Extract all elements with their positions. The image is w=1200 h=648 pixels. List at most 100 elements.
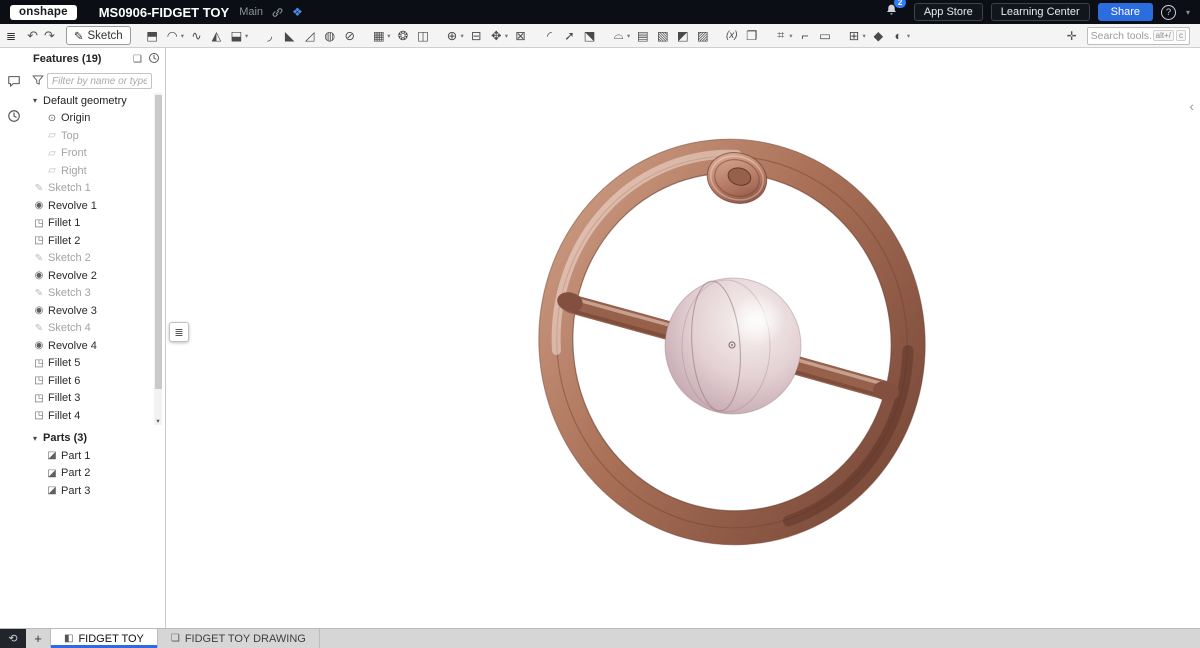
sheet-metal-icon[interactable]: ⌗ ▾	[771, 26, 794, 46]
help-menu-caret-icon[interactable]: ▾	[1186, 8, 1190, 17]
circular-pattern-icon[interactable]: ❂	[393, 26, 412, 46]
help-menu-icon[interactable]: ?	[1161, 5, 1176, 20]
import-icon[interactable]: ❐	[742, 26, 761, 46]
search-tools-input[interactable]	[1091, 30, 1151, 42]
feature-tree-item[interactable]: ✎ Sketch 1	[28, 180, 165, 198]
feature-tree-item[interactable]: ◳ Fillet 2	[28, 232, 165, 250]
app-store-button[interactable]: App Store	[914, 3, 983, 21]
hole-icon[interactable]: ⊘	[340, 26, 359, 46]
feature-tree-item[interactable]: ✎ Sketch 2	[28, 250, 165, 268]
feature-tree-item[interactable]: ⊙ Origin	[28, 110, 165, 128]
loft-icon[interactable]: ◭	[207, 26, 226, 46]
part-list-item[interactable]: ◪ Part 3	[28, 482, 165, 500]
collaboration-icon[interactable]: ❖	[292, 5, 303, 19]
view-manipulation-icon[interactable]: ✛	[1067, 29, 1077, 43]
appearance-icon[interactable]: ◐ ▾	[889, 26, 912, 46]
parts-section-header[interactable]: ▾ Parts (3)	[28, 430, 165, 448]
undo-button[interactable]: ↶	[24, 28, 41, 44]
feature-tree-item[interactable]: ▱ Right	[28, 162, 165, 180]
part-list-item[interactable]: ◪ Part 2	[28, 465, 165, 483]
linear-pattern-icon[interactable]: ▦ ▾	[369, 26, 392, 46]
feature-filter-input[interactable]	[47, 73, 152, 89]
split-icon[interactable]: ⊟	[467, 26, 486, 46]
feature-tree-item[interactable]: ◉ Revolve 3	[28, 302, 165, 320]
feature-tree-item[interactable]: ▱ Front	[28, 145, 165, 163]
add-tab-button[interactable]: +	[26, 629, 51, 648]
feature-tree-item[interactable]: ◳ Fillet 3	[28, 390, 165, 408]
feature-tree-item[interactable]: ◉ Revolve 2	[28, 267, 165, 285]
flange-icon[interactable]: ⌐	[796, 26, 815, 46]
rollback-history-icon[interactable]	[148, 52, 160, 67]
sweep-icon[interactable]: ∿	[187, 26, 206, 46]
fillet-icon[interactable]: ◞	[260, 26, 279, 46]
variable-icon[interactable]: (x)	[722, 26, 741, 46]
feature-tree-item[interactable]: ◳ Fillet 1	[28, 215, 165, 233]
frame-icon[interactable]: ⊞ ▾	[845, 26, 868, 46]
thicken-icon[interactable]: ⬓ ▾	[227, 26, 250, 46]
modify-fillet-icon[interactable]: ◜	[540, 26, 559, 46]
replace-face-icon[interactable]: ⬔	[580, 26, 599, 46]
enclose-icon[interactable]: ▨	[693, 26, 712, 46]
mirror-icon[interactable]: ◫	[413, 26, 432, 46]
feature-tree-item[interactable]: ◳ Fillet 6	[28, 372, 165, 390]
expander-caret-icon[interactable]: ▾	[33, 96, 43, 105]
ruled-surface-icon[interactable]: ◩	[673, 26, 692, 46]
draft-icon[interactable]: ◿	[300, 26, 319, 46]
chamfer-icon[interactable]: ◣	[280, 26, 299, 46]
feature-list-toggle-icon[interactable]: ≣	[6, 29, 16, 43]
link-icon[interactable]	[271, 6, 284, 19]
onshape-logo[interactable]: onshape	[10, 5, 77, 20]
history-icon[interactable]	[7, 109, 21, 128]
feature-tree-item[interactable]: ▾ Default geometry	[28, 92, 165, 110]
shell-icon[interactable]: ◍	[320, 26, 339, 46]
graphics-viewport[interactable]: ≣ ‹	[166, 48, 1200, 628]
notifications-button[interactable]: 2	[885, 3, 898, 21]
tab-fidget-toy[interactable]: ◧ FIDGET TOY	[51, 629, 158, 648]
feature-tree-item[interactable]: ◉ Revolve 1	[28, 197, 165, 215]
branch-label[interactable]: Main	[239, 6, 263, 18]
revolve-icon[interactable]: ◠ ▾	[163, 26, 186, 46]
feature-tree-item[interactable]: ◉ Revolve 4	[28, 337, 165, 355]
tab-feature-icon[interactable]: ▭	[816, 26, 835, 46]
boundary-surface-icon[interactable]: ▤	[633, 26, 652, 46]
boolean-icon[interactable]: ⊕ ▾	[442, 26, 465, 46]
redo-button[interactable]: ↷	[41, 28, 58, 44]
feature-tree-item[interactable]: ◳ Fillet 4	[28, 407, 165, 425]
scrollbar-down-arrow-icon[interactable]: ▾	[154, 417, 162, 425]
share-button[interactable]: Share	[1098, 3, 1153, 21]
tab-fidget-toy-drawing[interactable]: ❏ FIDGET TOY DRAWING	[158, 629, 320, 648]
dropdown-caret-icon[interactable]: ▾	[789, 32, 792, 40]
dropdown-caret-icon[interactable]: ▾	[181, 32, 184, 40]
center-sphere[interactable]	[665, 278, 801, 414]
comment-icon[interactable]	[7, 74, 21, 93]
transform-icon[interactable]: ✥ ▾	[487, 26, 510, 46]
learning-center-button[interactable]: Learning Center	[991, 3, 1090, 21]
dropdown-caret-icon[interactable]: ▾	[907, 32, 910, 40]
feature-tree-item[interactable]: ▱ Top	[28, 127, 165, 145]
dropdown-caret-icon[interactable]: ▾	[387, 32, 390, 40]
dropdown-caret-icon[interactable]: ▾	[460, 32, 463, 40]
dropdown-caret-icon[interactable]: ▾	[245, 32, 248, 40]
fill-surface-icon[interactable]: ▧	[653, 26, 672, 46]
popout-icon[interactable]: ❏	[133, 54, 142, 65]
feature-tree-item[interactable]: ◳ Fillet 5	[28, 355, 165, 373]
feature-dialog-handle[interactable]: ≣	[169, 322, 189, 342]
right-panel-collapse-icon[interactable]: ‹	[1189, 100, 1194, 112]
material-icon[interactable]: ◆	[869, 26, 888, 46]
delete-part-icon[interactable]: ⊠	[511, 26, 530, 46]
feature-tree-scrollbar[interactable]: ▾	[154, 93, 162, 425]
parts-expander-caret-icon[interactable]: ▾	[33, 434, 43, 443]
dropdown-caret-icon[interactable]: ▾	[627, 32, 630, 40]
move-face-icon[interactable]: ➚	[560, 26, 579, 46]
fidget-toy-3d-model[interactable]	[166, 48, 1200, 628]
filter-funnel-icon[interactable]	[32, 75, 44, 88]
view-orbit-corner-icon[interactable]: ⟲	[0, 629, 26, 648]
extrude-icon[interactable]: ⬒	[143, 26, 162, 46]
scrollbar-thumb[interactable]	[155, 95, 162, 389]
dropdown-caret-icon[interactable]: ▾	[505, 32, 508, 40]
dropdown-caret-icon[interactable]: ▾	[863, 32, 866, 40]
sketch-button[interactable]: ✎ Sketch	[66, 26, 131, 45]
feature-tree-item[interactable]: ✎ Sketch 4	[28, 320, 165, 338]
part-list-item[interactable]: ◪ Part 1	[28, 447, 165, 465]
feature-tree-item[interactable]: ✎ Sketch 3	[28, 285, 165, 303]
